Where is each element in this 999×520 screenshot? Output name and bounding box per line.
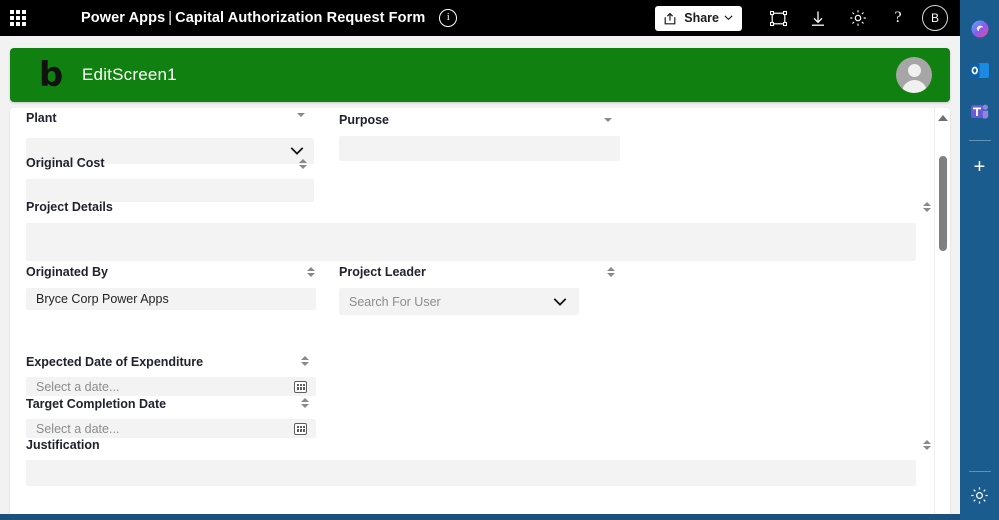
teams-glyph bbox=[971, 104, 989, 118]
input-wrap-target-completion-date: Select a date... bbox=[26, 419, 316, 438]
outlook-icon[interactable] bbox=[965, 55, 995, 85]
reorder-handle-expected-date[interactable] bbox=[300, 353, 309, 369]
rail-bottom-group bbox=[960, 468, 999, 520]
target-completion-date-placeholder: Select a date... bbox=[36, 421, 120, 436]
rail-divider bbox=[968, 140, 991, 141]
download-icon bbox=[812, 11, 824, 26]
right-app-rail: + bbox=[960, 0, 999, 520]
input-wrap-originated-by: Bryce Corp Power Apps bbox=[26, 288, 316, 310]
gear-icon bbox=[850, 10, 866, 26]
chevron-down-icon bbox=[290, 147, 304, 155]
reorder-handle-plant[interactable] bbox=[296, 108, 305, 123]
reorder-handle-originated-by[interactable] bbox=[306, 264, 315, 280]
fullscreen-icon bbox=[769, 10, 787, 26]
scrollbar-thumb[interactable] bbox=[939, 156, 947, 251]
calendar-icon[interactable] bbox=[294, 422, 307, 435]
rail-settings-button[interactable] bbox=[965, 480, 995, 510]
field-label-plant: Plant bbox=[26, 111, 57, 125]
teams-icon[interactable] bbox=[965, 96, 995, 126]
purpose-input[interactable] bbox=[339, 136, 620, 161]
field-label-expected-date-of-expenditure: Expected Date of Expenditure bbox=[26, 355, 204, 369]
reorder-handle-original-cost[interactable] bbox=[298, 156, 307, 172]
screen-title: EditScreen1 bbox=[82, 65, 177, 84]
field-label-originated-by: Originated By bbox=[26, 265, 108, 279]
calendar-icon[interactable] bbox=[294, 380, 307, 393]
edit-form-card: Plant Purpose Original Cost Project Deta… bbox=[10, 108, 950, 520]
field-label-original-cost: Original Cost bbox=[26, 156, 105, 170]
field-label-justification: Justification bbox=[26, 438, 100, 452]
copilot-glyph bbox=[971, 20, 988, 38]
field-label-target-completion-date: Target Completion Date bbox=[26, 397, 167, 411]
app-logo-icon: b bbox=[38, 55, 64, 95]
field-original-cost: Original Cost bbox=[26, 156, 314, 202]
add-app-button[interactable]: + bbox=[965, 152, 995, 182]
app-name: Capital Authorization Request Form bbox=[175, 10, 426, 26]
field-label-project-details: Project Details bbox=[26, 200, 113, 214]
field-originated-by: Originated By Bryce Corp Power Apps bbox=[26, 265, 316, 310]
target-completion-date-input[interactable]: Select a date... bbox=[26, 419, 316, 438]
reorder-handle-project-details[interactable] bbox=[922, 199, 931, 215]
share-button[interactable]: Share bbox=[655, 5, 742, 31]
settings-button[interactable] bbox=[838, 0, 878, 36]
field-label-purpose: Purpose bbox=[339, 113, 390, 127]
field-purpose: Purpose bbox=[339, 113, 620, 161]
rail-divider-bottom bbox=[968, 471, 991, 472]
outlook-glyph bbox=[970, 62, 989, 78]
app-launcher-waffle-icon[interactable] bbox=[0, 0, 36, 36]
field-justification: Justification bbox=[26, 438, 931, 486]
user-avatar[interactable]: B bbox=[922, 5, 948, 31]
expected-date-placeholder: Select a date... bbox=[36, 379, 120, 394]
input-wrap-justification bbox=[26, 460, 916, 486]
input-wrap-original-cost bbox=[26, 179, 314, 202]
top-command-bar: Power Apps | Capital Authorization Request… bbox=[0, 0, 960, 36]
product-name: Power Apps bbox=[81, 10, 166, 26]
project-details-textarea[interactable] bbox=[26, 223, 916, 261]
chevron-down-icon bbox=[724, 15, 733, 21]
help-button[interactable]: ? bbox=[878, 0, 918, 36]
screen-root: Power Apps | Capital Authorization Request… bbox=[0, 0, 999, 520]
topbar-actions: Share ? B bbox=[655, 0, 960, 36]
reorder-handle-target-completion-date[interactable] bbox=[300, 395, 309, 411]
bottom-accent-strip bbox=[0, 514, 960, 520]
field-target-completion-date: Target Completion Date Select a date... bbox=[26, 397, 316, 438]
copilot-icon[interactable] bbox=[965, 14, 995, 44]
app-canvas: b EditScreen1 Plant Purpose Original Cos… bbox=[0, 36, 960, 520]
expected-date-input[interactable]: Select a date... bbox=[26, 377, 316, 396]
input-wrap-expected-date: Select a date... bbox=[26, 377, 316, 396]
waffle-grid bbox=[10, 10, 26, 26]
originated-by-input[interactable]: Bryce Corp Power Apps bbox=[26, 288, 316, 310]
input-wrap-project-leader: Search For User bbox=[339, 288, 579, 315]
project-leader-combobox[interactable]: Search For User bbox=[339, 288, 579, 315]
chevron-down-icon bbox=[553, 297, 567, 306]
original-cost-input[interactable] bbox=[26, 179, 314, 202]
edit-form: Plant Purpose Original Cost Project Deta… bbox=[10, 108, 950, 520]
reorder-handle-purpose[interactable] bbox=[603, 112, 612, 128]
field-label-project-leader: Project Leader bbox=[339, 265, 426, 279]
app-screen-header: b EditScreen1 bbox=[10, 48, 950, 102]
field-project-leader: Project Leader Search For User bbox=[339, 265, 615, 315]
page-title: Power Apps | Capital Authorization Request… bbox=[81, 10, 425, 26]
plus-icon: + bbox=[973, 156, 986, 178]
app-user-avatar-icon[interactable] bbox=[896, 57, 932, 93]
share-icon bbox=[664, 12, 676, 24]
field-expected-date-of-expenditure: Expected Date of Expenditure Select a da… bbox=[26, 355, 316, 396]
reorder-handle-justification[interactable] bbox=[922, 437, 931, 453]
share-button-label: Share bbox=[684, 11, 719, 25]
reorder-handle-project-leader[interactable] bbox=[606, 264, 615, 280]
form-vertical-scrollbar[interactable] bbox=[934, 108, 950, 520]
justification-textarea[interactable] bbox=[26, 460, 916, 486]
project-leader-placeholder: Search For User bbox=[349, 294, 441, 309]
originated-by-value: Bryce Corp Power Apps bbox=[36, 292, 169, 306]
fullscreen-button[interactable] bbox=[758, 0, 798, 36]
field-project-details: Project Details bbox=[26, 200, 931, 261]
input-wrap-project-details bbox=[26, 223, 916, 261]
download-button[interactable] bbox=[798, 0, 838, 36]
scroll-up-arrow[interactable] bbox=[935, 110, 950, 126]
input-wrap-purpose bbox=[339, 136, 620, 161]
info-icon[interactable]: i bbox=[439, 9, 458, 27]
gear-icon bbox=[971, 486, 988, 504]
title-separator: | bbox=[168, 10, 173, 26]
